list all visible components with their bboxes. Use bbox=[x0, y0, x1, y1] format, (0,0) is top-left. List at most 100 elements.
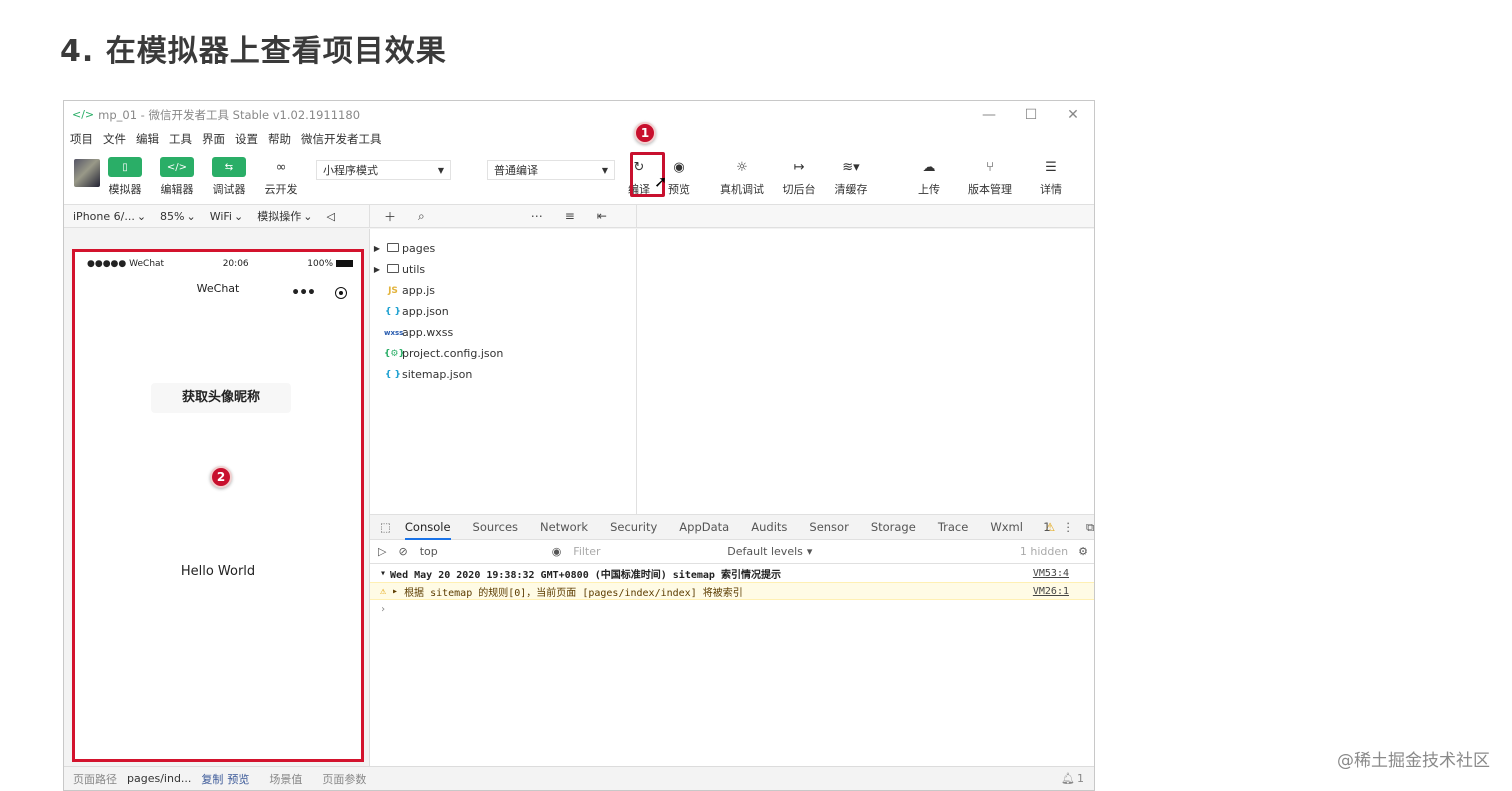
more-dots-icon[interactable]: ••• bbox=[291, 280, 316, 306]
network-select[interactable]: WiFi bbox=[210, 210, 232, 223]
get-userinfo-button[interactable]: 获取头像昵称 bbox=[151, 383, 291, 413]
tab-console[interactable]: Console bbox=[404, 520, 451, 540]
bug-icon: ☼ bbox=[725, 157, 759, 177]
tree-item[interactable]: {⚙} project.config.json bbox=[370, 343, 636, 364]
menu-settings[interactable]: 设置 bbox=[235, 131, 258, 147]
search-icon[interactable]: ⌕ bbox=[418, 209, 425, 224]
notification-count: 1 bbox=[1077, 772, 1084, 785]
json-file-icon: { } bbox=[385, 306, 401, 317]
tab-sensor[interactable]: Sensor bbox=[809, 520, 848, 534]
simulator-subbar: iPhone 6/... ⌄ 85% ⌄ WiFi ⌄ 模拟操作 ⌄ ◁ ＋ ⌕… bbox=[64, 205, 1094, 228]
toolbar: ▯ 模拟器 </> 编辑器 ⇆ 调试器 ∞ 云开发 小程序模式 ▼ 普通编译 ▼… bbox=[64, 122, 1094, 205]
cloud-button[interactable]: ∞ 云开发 bbox=[264, 157, 298, 197]
inspect-icon[interactable]: ⬚ bbox=[380, 520, 391, 534]
menu-project[interactable]: 项目 bbox=[70, 131, 93, 147]
editor-button[interactable]: </> 编辑器 bbox=[160, 157, 194, 197]
cloud-link-icon: ∞ bbox=[264, 157, 298, 177]
scene-label[interactable]: 场景值 bbox=[269, 771, 302, 787]
menu-view[interactable]: 界面 bbox=[202, 131, 225, 147]
json-file-icon: { } bbox=[385, 369, 401, 380]
folder-icon bbox=[387, 242, 399, 252]
tab-trace[interactable]: Trace bbox=[938, 520, 969, 534]
hello-text: Hello World bbox=[180, 564, 256, 579]
context-select[interactable]: top bbox=[420, 545, 540, 558]
mode-select[interactable]: 小程序模式 ▼ bbox=[316, 160, 451, 180]
sim-ops-select[interactable]: 模拟操作 bbox=[257, 208, 301, 224]
switch-out-icon: ↦ bbox=[782, 157, 816, 177]
menu-edit[interactable]: 编辑 bbox=[136, 131, 159, 147]
close-button[interactable]: ✕ bbox=[1052, 107, 1094, 123]
add-file-icon[interactable]: ＋ bbox=[384, 208, 396, 225]
more-icon[interactable]: ⋯ bbox=[531, 209, 543, 223]
warning-count[interactable]: 1 bbox=[1043, 520, 1050, 534]
tab-security[interactable]: Security bbox=[610, 520, 657, 534]
gear-icon[interactable]: ⚙ bbox=[1078, 545, 1088, 558]
tree-item[interactable]: { } app.json bbox=[370, 301, 636, 322]
sidebar-toggle-icon[interactable]: ▷ bbox=[378, 545, 386, 558]
maximize-button[interactable]: ☐ bbox=[1010, 107, 1052, 123]
avatar[interactable] bbox=[74, 159, 100, 187]
window-title: mp_01 - 微信开发者工具 Stable v1.02.1911180 bbox=[98, 107, 361, 122]
tab-appdata[interactable]: AppData bbox=[679, 520, 729, 534]
menu-wechat-devtools[interactable]: 微信开发者工具 bbox=[301, 131, 382, 147]
phone-statusbar: ●●●●● WeChat 20:06 100% bbox=[75, 252, 361, 276]
caret-down-icon[interactable]: ▾ bbox=[380, 568, 386, 579]
tree-item[interactable]: JS app.js bbox=[370, 280, 636, 301]
console-prompt[interactable]: › bbox=[370, 600, 1094, 618]
chevron-down-icon: ⌄ bbox=[136, 209, 147, 223]
kebab-menu-icon[interactable]: ⋮ bbox=[1063, 520, 1075, 534]
clear-console-icon[interactable]: ⊘ bbox=[398, 545, 407, 558]
menu-help[interactable]: 帮助 bbox=[268, 131, 291, 147]
warning-icon: ⚠ bbox=[380, 585, 387, 597]
tree-item[interactable]: ▶ utils bbox=[370, 259, 636, 280]
phone-navbar: WeChat ••• bbox=[75, 276, 361, 302]
tree-item[interactable]: ▶ pages bbox=[370, 238, 636, 259]
code-icon: </> bbox=[160, 157, 194, 177]
tree-item[interactable]: wxss app.wxss bbox=[370, 322, 636, 343]
background-button[interactable]: ↦ 切后台 bbox=[782, 157, 816, 197]
device-select[interactable]: iPhone 6/... bbox=[73, 210, 135, 223]
page-params-label[interactable]: 页面参数 bbox=[322, 771, 366, 787]
menu-tools[interactable]: 工具 bbox=[169, 131, 192, 147]
editor-area[interactable] bbox=[637, 229, 1094, 514]
debugger-button[interactable]: ⇆ 调试器 bbox=[212, 157, 246, 197]
caret-down-icon: ▼ bbox=[437, 165, 444, 175]
upload-button[interactable]: ☁ 上传 bbox=[912, 157, 946, 197]
log-levels-select[interactable]: Default levels bbox=[727, 545, 803, 558]
swap-icon: ⇆ bbox=[212, 157, 246, 177]
status-bar: 页面路径 pages/ind... 复制 预览 场景值 页面参数 🔔︎ 1 bbox=[64, 766, 1094, 790]
collapse-icon[interactable]: ⇤ bbox=[597, 209, 607, 223]
source-link[interactable]: VM26:1 bbox=[1033, 586, 1069, 597]
tree-item[interactable]: { } sitemap.json bbox=[370, 364, 636, 385]
source-link[interactable]: VM53:4 bbox=[1033, 568, 1069, 579]
version-control-button[interactable]: ⑂ 版本管理 bbox=[968, 157, 1012, 197]
carrier: ●●●●● WeChat bbox=[87, 259, 165, 269]
simulator-button[interactable]: ▯ 模拟器 bbox=[108, 157, 142, 197]
bell-icon[interactable]: 🔔︎ bbox=[1061, 772, 1075, 785]
close-target-icon[interactable] bbox=[335, 287, 347, 299]
volume-icon[interactable]: ◁ bbox=[326, 210, 334, 223]
wxss-file-icon: wxss bbox=[384, 328, 404, 337]
tab-network[interactable]: Network bbox=[540, 520, 588, 534]
zoom-select[interactable]: 85% bbox=[160, 210, 184, 223]
undock-icon[interactable]: ⧉ bbox=[1086, 520, 1094, 535]
tab-wxml[interactable]: Wxml bbox=[990, 520, 1023, 534]
details-button[interactable]: ☰ 详情 bbox=[1034, 157, 1068, 197]
page-path: pages/ind... bbox=[127, 772, 192, 785]
tab-storage[interactable]: Storage bbox=[871, 520, 916, 534]
caret-right-icon: ▶ bbox=[373, 265, 381, 274]
sort-icon[interactable]: ≡ bbox=[565, 209, 575, 223]
menu-file[interactable]: 文件 bbox=[103, 131, 126, 147]
tab-sources[interactable]: Sources bbox=[473, 520, 519, 534]
eye-icon[interactable]: ◉ bbox=[552, 545, 562, 558]
real-device-debug-button[interactable]: ☼ 真机调试 bbox=[720, 157, 764, 197]
folder-icon bbox=[387, 263, 399, 273]
compile-mode-select[interactable]: 普通编译 ▼ bbox=[487, 160, 615, 180]
caret-right-icon[interactable]: ▸ bbox=[392, 586, 398, 597]
minimize-button[interactable]: — bbox=[968, 107, 1010, 123]
console-filter-input[interactable]: Filter bbox=[573, 545, 727, 558]
clear-cache-button[interactable]: ≋▾ 清缓存 bbox=[834, 157, 868, 197]
preview-link[interactable]: 预览 bbox=[227, 771, 249, 787]
tab-audits[interactable]: Audits bbox=[751, 520, 787, 534]
copy-link[interactable]: 复制 bbox=[201, 771, 223, 787]
